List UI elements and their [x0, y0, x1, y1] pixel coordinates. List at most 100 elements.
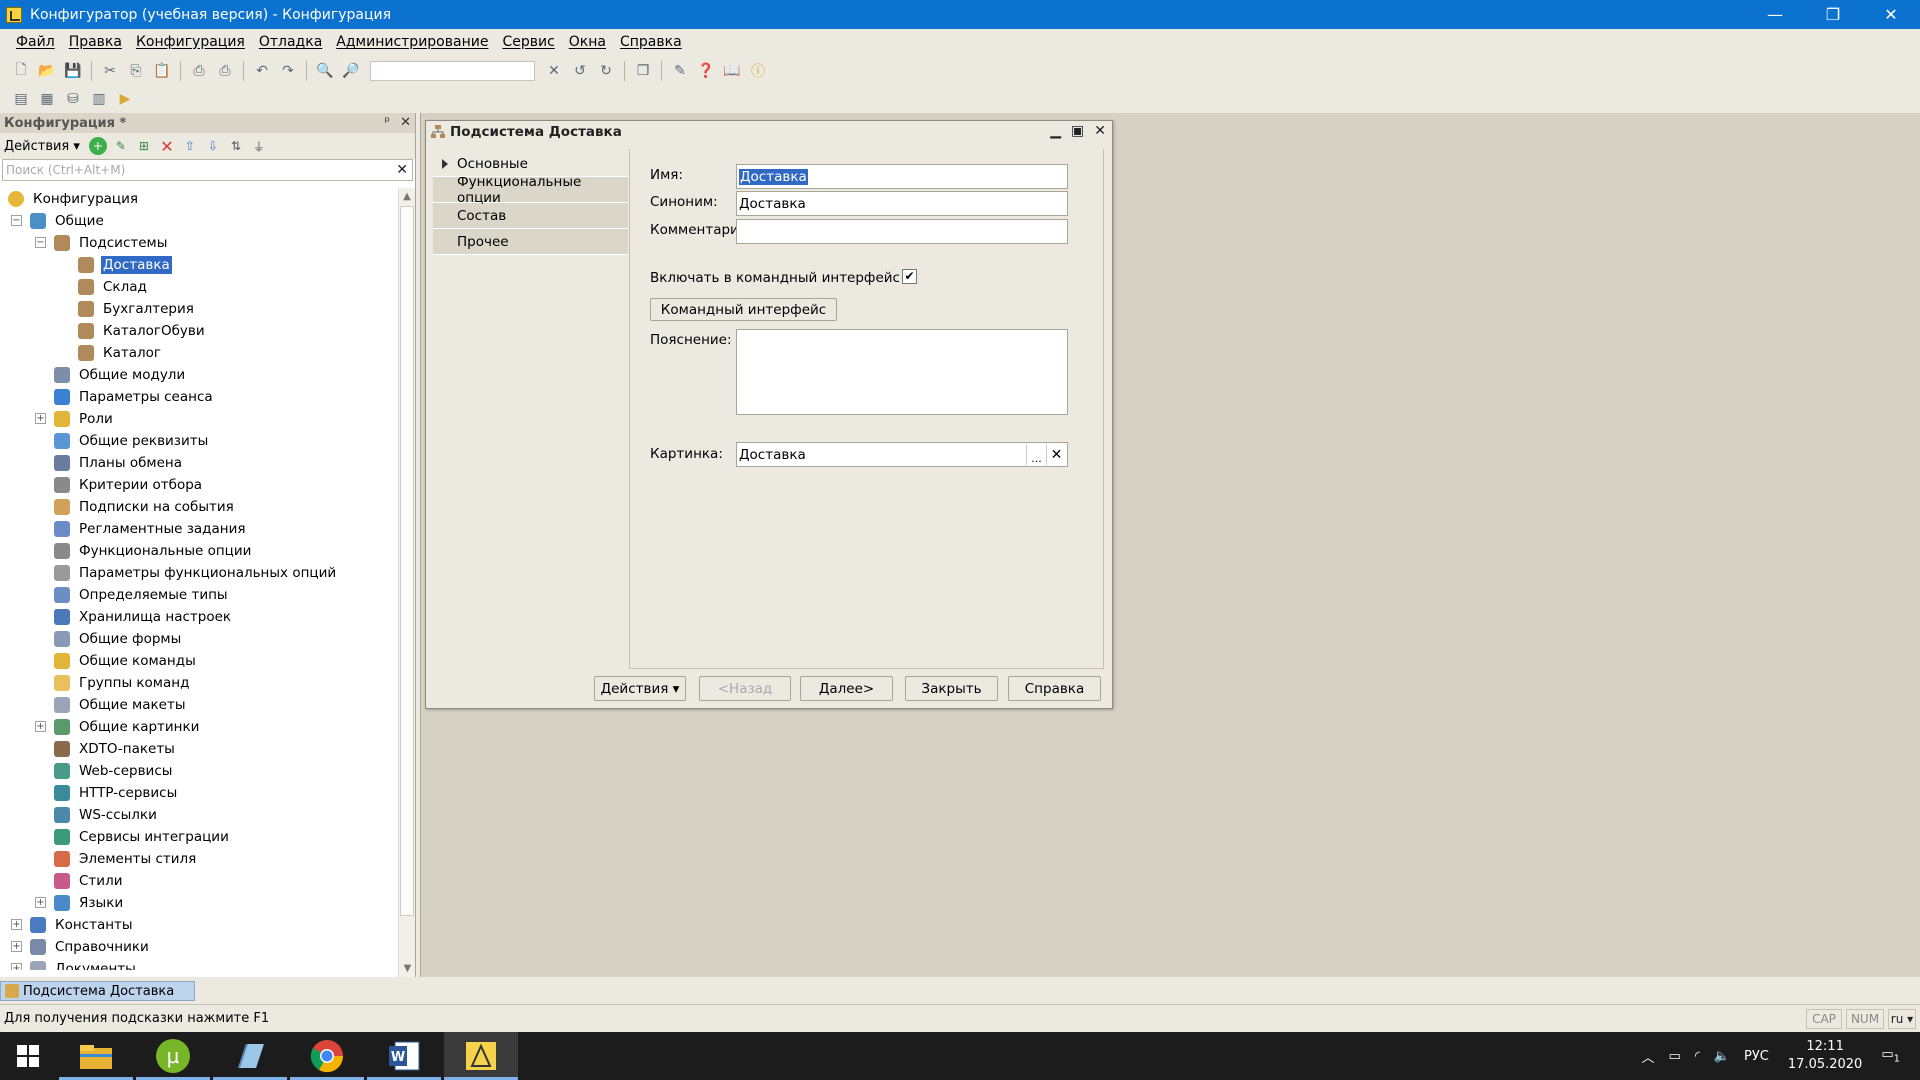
scroll-thumb[interactable] — [400, 206, 414, 916]
find-icon[interactable]: 🔍 — [314, 60, 336, 82]
tree-item[interactable]: Критерии отбора — [0, 474, 398, 496]
tree-item[interactable]: Склад — [0, 276, 398, 298]
picture-field[interactable]: Доставка ... ✕ — [736, 442, 1068, 467]
dialog-maximize-icon[interactable]: ▣ — [1071, 123, 1084, 139]
tree-item[interactable]: КаталогОбуви — [0, 320, 398, 342]
paste-icon[interactable]: 📋 — [151, 60, 173, 82]
back-button[interactable]: <Назад — [699, 676, 791, 701]
tree-item[interactable]: Подписки на события — [0, 496, 398, 518]
clear-search-icon[interactable]: ✕ — [543, 60, 565, 82]
panel-close-icon[interactable]: ✕ — [400, 115, 411, 130]
cut-icon[interactable]: ✂ — [99, 60, 121, 82]
nav-other[interactable]: Прочее — [433, 229, 628, 255]
collapse-icon[interactable]: − — [11, 215, 22, 226]
menu-administration[interactable]: Администрирование — [336, 34, 488, 50]
tree-item[interactable]: Общие реквизиты — [0, 430, 398, 452]
comment-field[interactable] — [736, 219, 1068, 244]
tree-item[interactable]: Каталог — [0, 342, 398, 364]
tree-item[interactable]: Web-сервисы — [0, 760, 398, 782]
tree-item[interactable]: + Документы — [0, 958, 398, 970]
tree-item[interactable]: − Общие — [0, 210, 398, 232]
keyboard-lang[interactable]: РУС — [1744, 1049, 1769, 1064]
undo-icon[interactable]: ↶ — [251, 60, 273, 82]
tree-item[interactable]: Конфигурация — [0, 188, 398, 210]
dialog-close-icon[interactable]: ✕ — [1094, 123, 1106, 139]
zoom-icon[interactable]: 🔎 — [340, 60, 362, 82]
tree-item[interactable]: Элементы стиля — [0, 848, 398, 870]
tree-item[interactable]: HTTP-сервисы — [0, 782, 398, 804]
include-checkbox[interactable]: ✔ — [902, 269, 917, 284]
tree-item[interactable]: + Общие картинки — [0, 716, 398, 738]
tray-expand-icon[interactable]: ︿ — [1642, 1047, 1655, 1066]
tree-item[interactable]: + Константы — [0, 914, 398, 936]
tree-item[interactable]: Параметры функциональных опций — [0, 562, 398, 584]
synonym-field[interactable]: Доставка — [736, 191, 1068, 216]
picture-clear-button[interactable]: ✕ — [1046, 444, 1066, 465]
add-icon[interactable]: + — [88, 137, 107, 155]
config-icon[interactable]: ▤ — [10, 88, 32, 110]
filter-icon[interactable]: ⏚ — [250, 137, 268, 155]
pin-icon[interactable]: ᵖ — [385, 115, 391, 130]
open-folder-icon[interactable]: 📂 — [36, 60, 58, 82]
nav-functional-options[interactable]: Функциональные опции — [433, 174, 628, 206]
volume-icon[interactable]: 🔈 — [1714, 1049, 1730, 1064]
tree-item[interactable]: + Языки — [0, 892, 398, 914]
tree-item[interactable]: Определяемые типы — [0, 584, 398, 606]
file-explorer-icon[interactable] — [59, 1032, 133, 1080]
windows-start-icon[interactable] — [0, 1032, 56, 1080]
tree-item[interactable]: XDTO-пакеты — [0, 738, 398, 760]
run-debug-icon[interactable]: ▶ — [114, 88, 136, 110]
tree-item[interactable]: Сервисы интеграции — [0, 826, 398, 848]
wizard-icon[interactable]: ✎ — [669, 60, 691, 82]
info-icon[interactable]: ⓘ — [747, 60, 769, 82]
expand-icon[interactable]: + — [11, 919, 22, 930]
save-icon[interactable]: 💾 — [62, 60, 84, 82]
find-prev-icon[interactable]: ↺ — [569, 60, 591, 82]
minimize-button[interactable]: — — [1746, 0, 1804, 29]
tree-item[interactable]: − Подсистемы — [0, 232, 398, 254]
actions-dropdown[interactable]: Действия ▾ — [4, 139, 80, 154]
menu-service[interactable]: Сервис — [502, 34, 554, 50]
move-down-icon[interactable]: ⇩ — [204, 137, 222, 155]
update-db-icon[interactable]: ⛁ — [62, 88, 84, 110]
notifications-icon[interactable]: ▭1 — [1881, 1047, 1900, 1065]
windows-icon[interactable]: ❐ — [632, 60, 654, 82]
open-window-tab[interactable]: Подсистема Доставка — [0, 981, 195, 1001]
picture-select-button[interactable]: ... — [1026, 444, 1046, 465]
print-preview-icon[interactable]: ⎙ — [214, 60, 236, 82]
collapse-icon[interactable]: − — [35, 237, 46, 248]
scroll-down-icon[interactable]: ▼ — [399, 960, 416, 977]
word-icon[interactable]: W — [367, 1032, 441, 1080]
actions-button[interactable]: Действия ▾ — [594, 676, 686, 701]
menu-help[interactable]: Справка — [620, 34, 682, 50]
help-button[interactable]: Справка — [1008, 676, 1101, 701]
menu-debug[interactable]: Отладка — [259, 34, 322, 50]
print-icon[interactable]: ⎙ — [188, 60, 210, 82]
restore-button[interactable]: ❐ — [1804, 0, 1862, 29]
network-icon[interactable]: ◜ — [1695, 1049, 1700, 1064]
tree-item[interactable]: + Справочники — [0, 936, 398, 958]
notes-app-icon[interactable] — [213, 1032, 287, 1080]
expand-icon[interactable]: + — [35, 897, 46, 908]
redo-icon[interactable]: ↷ — [277, 60, 299, 82]
delete-icon[interactable]: ✕ — [158, 137, 176, 156]
explanation-field[interactable] — [736, 329, 1068, 415]
command-interface-button[interactable]: Командный интерфейс — [650, 298, 837, 321]
move-up-icon[interactable]: ⇧ — [181, 137, 199, 155]
next-button[interactable]: Далее> — [800, 676, 893, 701]
tree-item[interactable]: Стили — [0, 870, 398, 892]
menu-configuration[interactable]: Конфигурация — [136, 34, 245, 50]
tree-item[interactable]: Доставка — [0, 254, 398, 276]
add-child-icon[interactable]: ⊞ — [135, 137, 153, 155]
lang-indicator[interactable]: ru ▾ — [1888, 1009, 1916, 1029]
expand-icon[interactable]: + — [11, 941, 22, 952]
help-book-icon[interactable]: 📖 — [721, 60, 743, 82]
name-field[interactable]: Доставка — [736, 164, 1068, 189]
tree-item[interactable]: Общие макеты — [0, 694, 398, 716]
nav-basic[interactable]: Основные — [433, 151, 628, 177]
utorrent-icon[interactable]: µ — [136, 1032, 210, 1080]
tree-scrollbar[interactable]: ▲ ▼ — [398, 188, 415, 977]
table-icon[interactable]: ▥ — [88, 88, 110, 110]
expand-icon[interactable]: + — [35, 413, 46, 424]
syntax-helper-icon[interactable]: ❓ — [695, 60, 717, 82]
